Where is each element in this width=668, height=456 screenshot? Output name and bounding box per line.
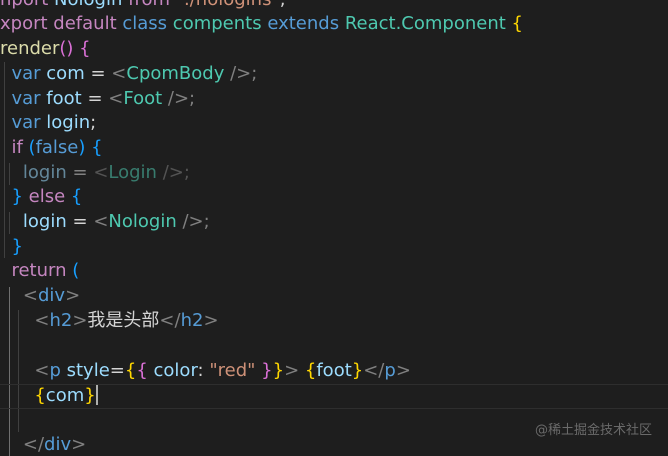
code-line-17[interactable]: {com}	[0, 384, 98, 409]
code-line-2[interactable]: xport default class compents extends Rea…	[0, 12, 523, 37]
code-line-5[interactable]: var foot = <Foot />;	[0, 87, 195, 112]
code-line-6[interactable]: var login;	[0, 111, 96, 136]
code-line-19[interactable]: </div>	[0, 433, 86, 456]
code-line-10[interactable]: login = <Nologin />;	[0, 210, 210, 235]
code-line-13[interactable]: <div>	[0, 284, 80, 309]
code-line-11[interactable]: }	[0, 235, 22, 260]
code-line-16[interactable]: <p style={{ color: "red" }}> {foot}</p>	[0, 359, 411, 384]
current-line-highlight	[0, 384, 668, 409]
code-line-4[interactable]: var com = <CpomBody />;	[0, 62, 257, 87]
code-line-1[interactable]: nport Nologin from "./nologins";	[0, 0, 286, 13]
code-line-9[interactable]: } else {	[0, 185, 82, 210]
code-line-12[interactable]: return (	[0, 259, 79, 284]
code-line-3[interactable]: render() {	[0, 37, 91, 62]
text-cursor	[95, 385, 98, 405]
watermark: @稀土掘金技术社区	[534, 423, 652, 438]
code-line-8[interactable]: login = <Login />;	[0, 161, 190, 186]
code-line-14[interactable]: <h2>我是头部</h2>	[0, 309, 218, 334]
code-editor[interactable]: nport Nologin from "./nologins"; xport d…	[0, 0, 668, 456]
code-line-7[interactable]: if (false) {	[0, 136, 102, 161]
